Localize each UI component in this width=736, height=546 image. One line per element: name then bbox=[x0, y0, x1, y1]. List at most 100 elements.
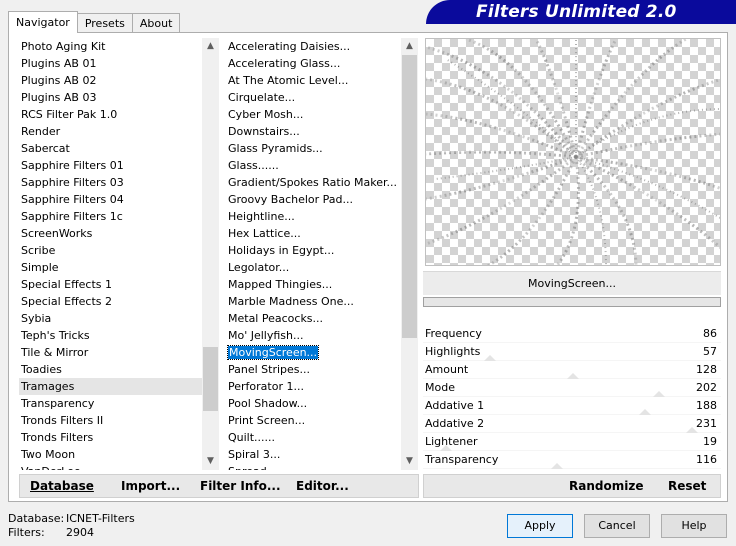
param-value: 19 bbox=[703, 435, 717, 448]
chevron-down-icon[interactable]: ▼ bbox=[401, 453, 418, 470]
list-item[interactable]: Legolator... bbox=[226, 259, 418, 276]
editor-button[interactable]: Editor... bbox=[296, 479, 349, 493]
list-item[interactable]: Teph's Tricks bbox=[19, 327, 219, 344]
list-item[interactable]: Panel Stripes... bbox=[226, 361, 418, 378]
param-label: Transparency bbox=[425, 453, 499, 466]
list-item[interactable]: Cirquelate... bbox=[226, 89, 418, 106]
list-item[interactable]: Accelerating Daisies... bbox=[226, 38, 418, 55]
list-item[interactable]: Sapphire Filters 1c bbox=[19, 208, 219, 225]
list-item[interactable]: Tramages bbox=[19, 378, 219, 395]
list-item[interactable]: Holidays in Egypt... bbox=[226, 242, 418, 259]
category-list[interactable]: Photo Aging Kit Plugins AB 01 Plugins AB 0… bbox=[19, 38, 219, 470]
list-item[interactable]: Downstairs... bbox=[226, 123, 418, 140]
list-item-label: Groovy Bachelor Pad... bbox=[228, 193, 354, 206]
list-item[interactable]: Transparency bbox=[19, 395, 219, 412]
list-item[interactable]: Simple bbox=[19, 259, 219, 276]
list-item[interactable]: Groovy Bachelor Pad... bbox=[226, 191, 418, 208]
slider-thumb[interactable] bbox=[551, 463, 563, 469]
apply-button[interactable]: Apply bbox=[507, 514, 573, 538]
list-item[interactable]: Render bbox=[19, 123, 219, 140]
list-item[interactable]: At The Atomic Level... bbox=[226, 72, 418, 89]
param-value: 128 bbox=[696, 363, 717, 376]
list-item[interactable]: Perforator 1... bbox=[226, 378, 418, 395]
list-item[interactable]: Accelerating Glass... bbox=[226, 55, 418, 72]
tab-navigator[interactable]: Navigator bbox=[8, 11, 78, 33]
list-item-label: Metal Peacocks... bbox=[228, 312, 324, 325]
list-item[interactable]: Sapphire Filters 04 bbox=[19, 191, 219, 208]
list-item[interactable]: Scribe bbox=[19, 242, 219, 259]
tab-about[interactable]: About bbox=[131, 13, 181, 33]
list-item[interactable]: Mapped Thingies... bbox=[226, 276, 418, 293]
list-item-label: Render bbox=[21, 125, 61, 138]
param-highlights[interactable]: Highlights 57 bbox=[423, 343, 721, 361]
filter-list[interactable]: Accelerating Daisies... Accelerating Glas… bbox=[226, 38, 418, 470]
chevron-down-icon[interactable]: ▼ bbox=[202, 453, 219, 470]
param-mode[interactable]: Mode 202 bbox=[423, 379, 721, 397]
list-item[interactable]: Mo' Jellyfish... bbox=[226, 327, 418, 344]
list-item[interactable]: Plugins AB 03 bbox=[19, 89, 219, 106]
param-lightener[interactable]: Lightener 19 bbox=[423, 433, 721, 451]
list-item[interactable]: Tronds Filters bbox=[19, 429, 219, 446]
list-item[interactable]: VanDerLee bbox=[19, 463, 219, 470]
chevron-up-icon[interactable]: ▲ bbox=[202, 38, 219, 55]
list-item[interactable]: Special Effects 1 bbox=[19, 276, 219, 293]
list-item[interactable]: Sapphire Filters 03 bbox=[19, 174, 219, 191]
param-transparency[interactable]: Transparency 116 bbox=[423, 451, 721, 469]
chevron-up-icon[interactable]: ▲ bbox=[401, 38, 418, 55]
list-item-label: Sapphire Filters 03 bbox=[21, 176, 124, 189]
database-status-value: ICNET-Filters bbox=[66, 512, 135, 525]
filter-info-button[interactable]: Filter Info... bbox=[200, 479, 281, 493]
database-button[interactable]: Database bbox=[30, 479, 94, 493]
randomize-button[interactable]: Randomize bbox=[569, 479, 643, 493]
list-item[interactable]: Glass Pyramids... bbox=[226, 140, 418, 157]
list-item-label: Cyber Mosh... bbox=[228, 108, 304, 121]
category-scrollbar[interactable]: ▲ ▼ bbox=[202, 38, 219, 470]
reset-button[interactable]: Reset bbox=[668, 479, 706, 493]
list-item[interactable]: Plugins AB 02 bbox=[19, 72, 219, 89]
list-item[interactable]: Print Screen... bbox=[226, 412, 418, 429]
param-addative-2[interactable]: Addative 2 231 bbox=[423, 415, 721, 433]
list-item-label: Glass Pyramids... bbox=[228, 142, 323, 155]
list-item[interactable]: Quilt...... bbox=[226, 429, 418, 446]
list-item[interactable]: Pool Shadow... bbox=[226, 395, 418, 412]
list-item[interactable]: Tronds Filters II bbox=[19, 412, 219, 429]
list-item-label: MovingScreen... bbox=[226, 345, 320, 360]
help-button[interactable]: Help bbox=[661, 514, 727, 538]
list-item[interactable]: Cyber Mosh... bbox=[226, 106, 418, 123]
list-item[interactable]: Marble Madness One... bbox=[226, 293, 418, 310]
list-item[interactable]: Sabercat bbox=[19, 140, 219, 157]
navigator-action-bar: Database Import... Filter Info... Editor… bbox=[19, 474, 419, 498]
filter-scrollbar[interactable]: ▲ ▼ bbox=[401, 38, 418, 470]
list-item[interactable]: Two Moon bbox=[19, 446, 219, 463]
cancel-button[interactable]: Cancel bbox=[584, 514, 650, 538]
param-frequency[interactable]: Frequency 86 bbox=[423, 325, 721, 343]
list-item[interactable]: MovingScreen... bbox=[226, 344, 418, 361]
list-item[interactable]: Special Effects 2 bbox=[19, 293, 219, 310]
list-item[interactable]: RCS Filter Pak 1.0 bbox=[19, 106, 219, 123]
tab-presets[interactable]: Presets bbox=[76, 13, 133, 33]
list-item[interactable]: Gradient/Spokes Ratio Maker... bbox=[226, 174, 418, 191]
list-item-label: Special Effects 2 bbox=[21, 295, 113, 308]
import-button[interactable]: Import... bbox=[121, 479, 180, 493]
list-item[interactable]: Sybia bbox=[19, 310, 219, 327]
category-scroll-thumb[interactable] bbox=[203, 347, 218, 411]
list-item[interactable]: ScreenWorks bbox=[19, 225, 219, 242]
list-item[interactable]: Spread... bbox=[226, 463, 418, 470]
list-item-label: Gradient/Spokes Ratio Maker... bbox=[228, 176, 397, 189]
list-item[interactable]: Plugins AB 01 bbox=[19, 55, 219, 72]
list-item[interactable]: Glass...... bbox=[226, 157, 418, 174]
list-item[interactable]: Sapphire Filters 01 bbox=[19, 157, 219, 174]
list-item-label: Panel Stripes... bbox=[228, 363, 311, 376]
list-item[interactable]: Metal Peacocks... bbox=[226, 310, 418, 327]
list-item[interactable]: Toadies bbox=[19, 361, 219, 378]
list-item[interactable]: Tile & Mirror bbox=[19, 344, 219, 361]
filter-scroll-thumb[interactable] bbox=[402, 55, 417, 338]
list-item[interactable]: Heightline... bbox=[226, 208, 418, 225]
param-addative-1[interactable]: Addative 1 188 bbox=[423, 397, 721, 415]
param-amount[interactable]: Amount 128 bbox=[423, 361, 721, 379]
list-item-label: Tronds Filters II bbox=[21, 414, 104, 427]
list-item[interactable]: Photo Aging Kit bbox=[19, 38, 219, 55]
list-item[interactable]: Spiral 3... bbox=[226, 446, 418, 463]
list-item-label: Holidays in Egypt... bbox=[228, 244, 335, 257]
list-item[interactable]: Hex Lattice... bbox=[226, 225, 418, 242]
